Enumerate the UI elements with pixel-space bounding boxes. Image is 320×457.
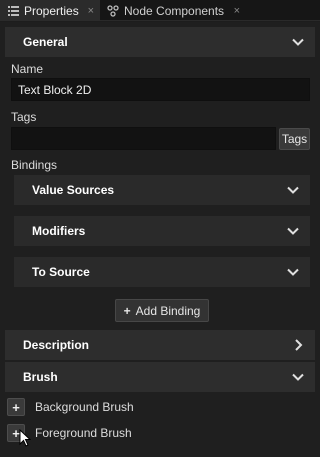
close-icon[interactable]: × <box>88 5 94 17</box>
add-background-brush-button[interactable]: + <box>7 398 25 416</box>
section-general-title: General <box>23 35 68 49</box>
binding-value-sources-label: Value Sources <box>32 183 115 197</box>
chevron-down-icon <box>287 186 299 194</box>
section-brush-title: Brush <box>23 370 58 384</box>
chevron-down-icon <box>292 38 304 46</box>
tab-properties[interactable]: Properties × <box>0 0 100 21</box>
chevron-down-icon <box>292 373 304 381</box>
add-binding-button[interactable]: + Add Binding <box>115 299 209 322</box>
chevron-down-icon <box>287 227 299 235</box>
chevron-right-icon <box>295 339 303 351</box>
tab-bar: Properties × Node Components × <box>0 0 320 21</box>
binding-modifiers-label: Modifiers <box>32 224 86 238</box>
section-brush[interactable]: Brush <box>5 362 315 392</box>
foreground-brush-label: Foreground Brush <box>35 426 132 440</box>
tags-button[interactable]: Tags <box>279 128 310 150</box>
binding-to-source[interactable]: To Source <box>14 257 310 287</box>
add-binding-label: Add Binding <box>135 303 201 318</box>
name-label: Name <box>11 62 44 76</box>
tab-node-components[interactable]: Node Components × <box>100 0 246 21</box>
background-brush-item: + Background Brush <box>7 397 134 417</box>
component-icon <box>106 4 120 17</box>
binding-modifiers[interactable]: Modifiers <box>14 216 310 246</box>
name-field-value: Text Block 2D <box>18 82 92 97</box>
plus-icon: + <box>123 303 131 318</box>
chevron-down-icon <box>287 268 299 276</box>
binding-to-source-label: To Source <box>32 265 90 279</box>
close-icon[interactable]: × <box>234 5 240 17</box>
tab-properties-label: Properties <box>24 3 79 18</box>
tags-label: Tags <box>11 110 37 124</box>
binding-value-sources[interactable]: Value Sources <box>14 175 310 205</box>
tab-node-components-label: Node Components <box>124 3 225 18</box>
section-general[interactable]: General <box>5 27 315 57</box>
section-description[interactable]: Description <box>5 330 315 360</box>
name-field[interactable]: Text Block 2D <box>11 78 310 101</box>
bindings-label: Bindings <box>11 158 58 172</box>
cursor-icon <box>19 429 31 447</box>
list-icon <box>6 5 20 16</box>
background-brush-label: Background Brush <box>35 400 134 414</box>
section-description-title: Description <box>23 338 90 352</box>
tags-field[interactable] <box>11 127 276 150</box>
properties-panel: General Name Text Block 2D Tags Tags Bin… <box>0 22 320 457</box>
